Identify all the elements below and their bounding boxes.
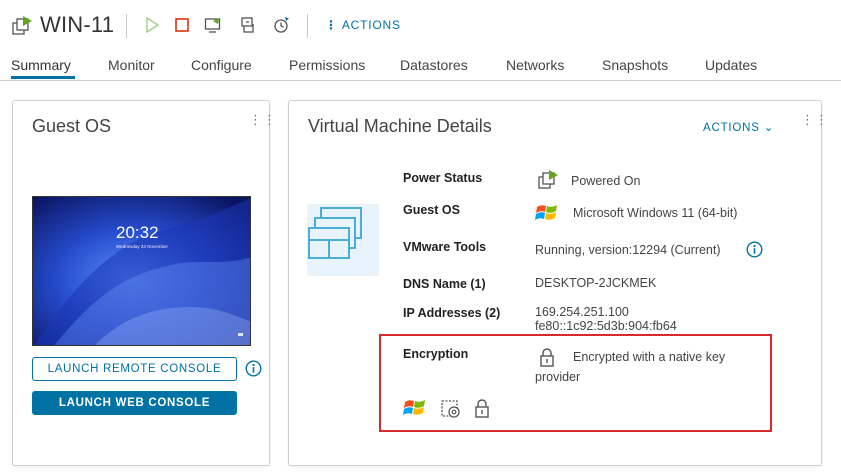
virtual-machine-icon — [307, 204, 379, 276]
chevron-down-icon: ⌄ — [763, 122, 775, 134]
power-on-icon[interactable] — [143, 16, 161, 34]
tab-configure[interactable]: Configure — [191, 57, 252, 73]
tab-datastores[interactable]: Datastores — [400, 57, 468, 73]
more-vertical-icon: ⋮ — [325, 18, 338, 32]
info-icon[interactable] — [245, 360, 262, 377]
active-tab-indicator — [11, 76, 75, 79]
vmware-tools-value: Running, version:12294 (Current) — [535, 243, 721, 257]
lock-icon — [474, 398, 490, 418]
tab-updates[interactable]: Updates — [705, 57, 757, 73]
lock-icon — [539, 347, 555, 367]
tab-snapshots[interactable]: Snapshots — [602, 57, 668, 73]
info-icon[interactable] — [746, 241, 763, 258]
windows-logo-icon — [535, 202, 559, 224]
vm-details-actions-button[interactable]: ACTIONS ⌄ — [703, 120, 774, 134]
toolbar-divider — [307, 14, 308, 38]
power-status-label: Power Status — [403, 171, 483, 185]
vm-settings-icon — [440, 398, 462, 420]
actions-menu-button[interactable]: ⋮ ACTIONS — [325, 18, 401, 32]
vm-powered-on-icon — [11, 15, 33, 37]
vm-details-card: Virtual Machine Details ACTIONS ⌄ ⋮⋮ Pow… — [288, 100, 828, 466]
snapshot-icon[interactable] — [272, 16, 290, 34]
ip-addresses-label: IP Addresses (2) — [403, 306, 501, 320]
toolbar-divider — [126, 14, 127, 38]
console-thumbnail[interactable]: 20:32 Wednesday 23 November — [32, 196, 251, 346]
windows-wallpaper-image — [33, 197, 250, 345]
drag-handle-icon[interactable]: ⋮⋮ — [249, 113, 277, 126]
vmware-tools-label: VMware Tools — [403, 240, 487, 254]
launch-web-console-button[interactable]: LAUNCH WEB CONSOLE — [32, 391, 237, 415]
guest-os-label: Guest OS — [403, 203, 460, 217]
power-status-value: Powered On — [571, 174, 641, 188]
console-clock-time: 20:32 — [116, 223, 159, 242]
power-off-icon[interactable] — [173, 16, 191, 34]
dns-name-value: DESKTOP-2JCKMEK — [535, 276, 657, 290]
tab-monitor[interactable]: Monitor — [108, 57, 155, 73]
encryption-value: Encrypted with a native key — [573, 350, 726, 364]
encryption-value-continued: provider — [535, 370, 581, 384]
vm-powered-on-icon — [537, 169, 559, 191]
dns-name-label: DNS Name (1) — [403, 277, 486, 291]
header: WIN-11 ⋮ ACTIONS — [0, 0, 841, 52]
actions-label: ACTIONS — [703, 122, 760, 134]
vm-details-card-title: Virtual Machine Details — [308, 116, 492, 136]
ip-address-value: fe80::1c92:5d3b:904:fb64 — [535, 319, 677, 333]
vm-name-title: WIN-11 — [40, 12, 115, 37]
drag-handle-icon[interactable]: ⋮⋮ — [801, 113, 829, 126]
tab-networks[interactable]: Networks — [506, 57, 564, 73]
ip-address-value: 169.254.251.100 — [535, 305, 629, 319]
guest-os-card: Guest OS ⋮⋮ 20:32 Wednesday 23 November … — [12, 100, 276, 466]
tab-permissions[interactable]: Permissions — [289, 57, 365, 73]
guest-os-card-title: Guest OS — [32, 116, 112, 136]
tab-summary[interactable]: Summary — [11, 57, 71, 73]
launch-remote-console-button[interactable]: LAUNCH REMOTE CONSOLE — [32, 357, 237, 381]
migrate-icon[interactable] — [239, 16, 257, 34]
console-clock-date: Wednesday 23 November — [116, 244, 168, 249]
launch-console-icon[interactable] — [204, 16, 222, 34]
encryption-label: Encryption — [403, 347, 469, 361]
guest-os-value: Microsoft Windows 11 (64-bit) — [573, 206, 738, 220]
tab-bar: Summary Monitor Configure Permissions Da… — [0, 52, 841, 81]
actions-label: ACTIONS — [341, 18, 401, 32]
windows-logo-icon — [403, 397, 427, 419]
